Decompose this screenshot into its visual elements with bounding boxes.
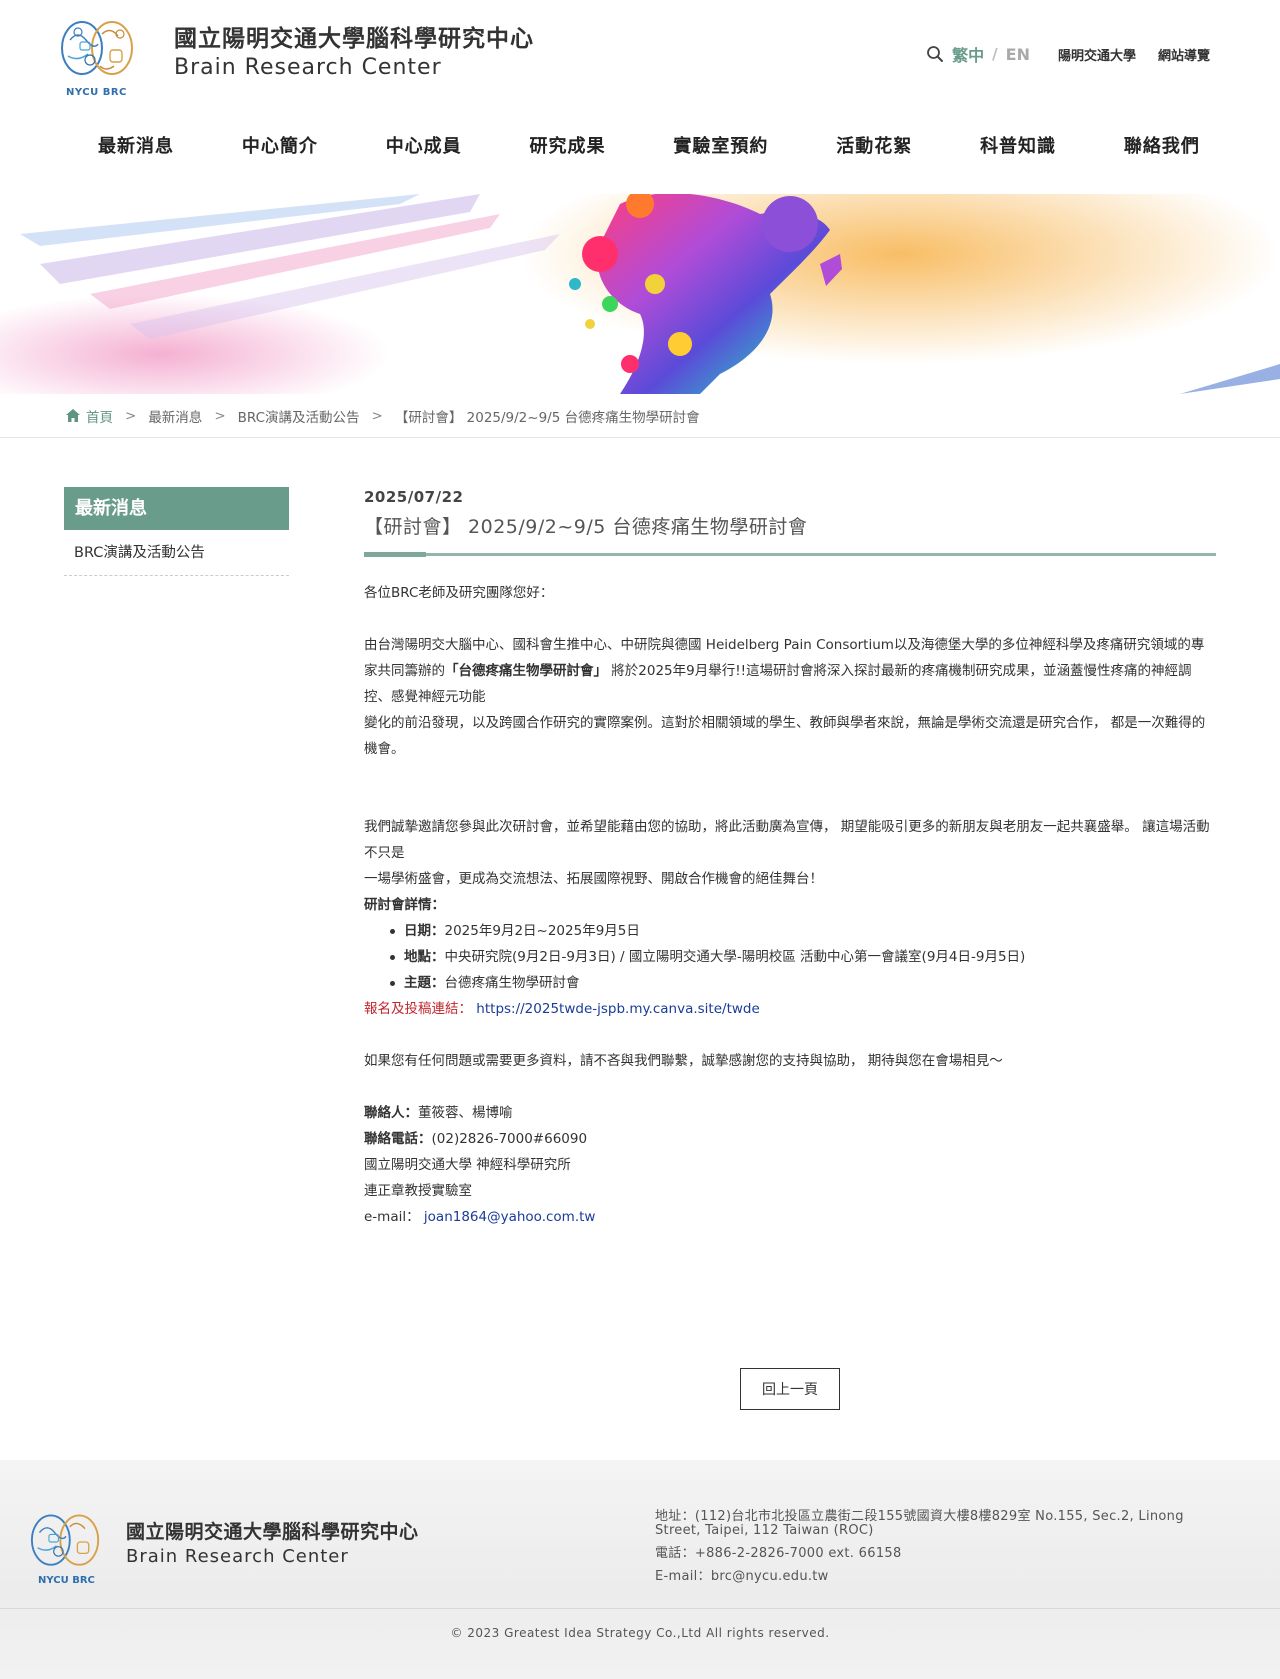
title-divider	[364, 552, 1216, 557]
detail-location: 地點：中央研究院(9月2日-9月3日) / 國立陽明交通大學-陽明校區 活動中心…	[390, 944, 1216, 970]
nav-item-research[interactable]: 研究成果	[530, 132, 606, 158]
article-date: 2025/07/22	[364, 488, 464, 506]
nav-item-science[interactable]: 科普知識	[980, 132, 1056, 158]
register-line: 報名及投稿連結： https://2025twde-jspb.my.canva.…	[364, 996, 1216, 1022]
sidebar-item-brc-events[interactable]: BRC演講及活動公告	[64, 530, 289, 576]
nav-item-news[interactable]: 最新消息	[98, 132, 174, 158]
register-link[interactable]: https://2025twde-jspb.my.canva.site/twde	[476, 1001, 760, 1017]
nav-item-members[interactable]: 中心成員	[386, 132, 462, 158]
email-link[interactable]: joan1864@yahoo.com.tw	[424, 1209, 596, 1225]
logo-label: NYCU BRC	[66, 87, 127, 98]
contact-person: 聯絡人：董筱蓉、楊博喻	[364, 1105, 513, 1121]
breadcrumb-home[interactable]: 首頁	[66, 406, 113, 426]
breadcrumb-separator: >	[214, 407, 226, 424]
brain-logo-icon: NYCU BRC	[60, 10, 136, 98]
home-icon	[66, 409, 80, 422]
invitation-paragraph: 我們誠摯邀請您參與此次研討會，並希望能藉由您的協助，將此活動廣為宣傳， 期望能吸…	[364, 819, 1210, 861]
nav-item-contact[interactable]: 聯絡我們	[1124, 132, 1200, 158]
nav-item-gallery[interactable]: 活動花絮	[836, 132, 912, 158]
contact-dept: 國立陽明交通大學 神經科學研究所	[364, 1157, 571, 1173]
footer-logo: NYCU BRC 國立陽明交通大學腦科學研究中心 Brain Research …	[30, 1506, 419, 1586]
register-label: 報名及投稿連結：	[364, 1001, 472, 1017]
breadcrumb: 首頁 > 最新消息 > BRC演講及活動公告 > 【研討會】 2025/9/2~…	[0, 394, 1280, 438]
university-link[interactable]: 陽明交通大學	[1058, 45, 1136, 64]
footer-brain-logo-icon: NYCU BRC	[30, 1506, 102, 1586]
lang-separator: /	[992, 45, 998, 63]
contact-email: e-mail： joan1864@yahoo.com.tw	[364, 1209, 596, 1225]
detail-topic: 主題：台德疼痛生物學研討會	[390, 970, 1216, 996]
runner-banner-image	[0, 194, 1280, 394]
contact-phone: 聯絡電話：(02)2826-7000#66090	[364, 1131, 588, 1147]
intro-paragraph-cont: 變化的前沿發現，以及跨國合作研究的實際案例。這對於相關領域的學生、教師與學者來說…	[364, 715, 1206, 757]
nav-item-about[interactable]: 中心簡介	[242, 132, 318, 158]
footer-contact-info: 地址：(112)台北市北投區立農街二段155號國資大樓8樓829室 No.155…	[655, 1510, 1215, 1593]
hero-banner	[0, 194, 1280, 394]
footer-divider	[0, 1608, 1280, 1609]
footer-logo-label: NYCU BRC	[38, 1575, 95, 1586]
search-icon[interactable]	[926, 45, 944, 63]
details-heading: 研討會詳情：	[364, 897, 445, 913]
article: 2025/07/22 【研討會】 2025/9/2~9/5 台德疼痛生物學研討會…	[364, 488, 1216, 1230]
details-list: 日期：2025年9月2日~2025年9月5日 地點：中央研究院(9月2日-9月3…	[364, 918, 1216, 996]
breadcrumb-brc-events[interactable]: BRC演講及活動公告	[238, 406, 360, 426]
closing-text: 如果您有任何問題或需要更多資料，請不吝與我們聯繫，誠摯感謝您的支持與協助， 期待…	[364, 1053, 1003, 1069]
contact-lab: 連正章教授實驗室	[364, 1183, 472, 1199]
breadcrumb-home-label: 首頁	[86, 409, 113, 426]
sitemap-link[interactable]: 網站導覽	[1158, 45, 1210, 64]
site-logo[interactable]: NYCU BRC 國立陽明交通大學腦科學研究中心 Brain Research …	[60, 10, 534, 98]
site-title-cn: 國立陽明交通大學腦科學研究中心	[174, 25, 534, 52]
greeting-text: 各位BRC老師及研究團隊您好：	[364, 585, 554, 601]
invitation-paragraph-cont: 一場學術盛會，更成為交流想法、拓展國際視野、開啟合作機會的絕佳舞台！	[364, 871, 823, 887]
detail-date: 日期：2025年9月2日~2025年9月5日	[390, 918, 1216, 944]
article-title: 【研討會】 2025/9/2~9/5 台德疼痛生物學研討會	[364, 516, 808, 538]
lang-zh-link[interactable]: 繁中	[952, 42, 984, 66]
site-title-en: Brain Research Center	[174, 54, 442, 80]
main-nav: 最新消息 中心簡介 中心成員 研究成果 實驗室預約 活動花絮 科普知識 聯絡我們	[60, 132, 1220, 158]
footer-title-en: Brain Research Center	[126, 1546, 349, 1567]
intro-paragraph: 由台灣陽明交大腦中心、國科會生推中心、中研院與德國 Heidelberg Pai…	[364, 637, 1205, 705]
conference-name: 「台德疼痛生物學研討會」	[445, 663, 607, 679]
top-utility-bar: 繁中 / EN 陽明交通大學 網站導覽	[926, 42, 1210, 66]
article-body: 各位BRC老師及研究團隊您好： 由台灣陽明交大腦中心、國科會生推中心、中研院與德…	[364, 580, 1216, 1230]
site-footer: NYCU BRC 國立陽明交通大學腦科學研究中心 Brain Research …	[0, 1460, 1280, 1679]
footer-title-cn: 國立陽明交通大學腦科學研究中心	[126, 1521, 419, 1543]
footer-copyright: © 2023 Greatest Idea Strategy Co.,Ltd Al…	[450, 1626, 830, 1640]
footer-phone: 電話：+886-2-2826-7000 ext. 66158	[655, 1546, 902, 1561]
breadcrumb-news[interactable]: 最新消息	[148, 406, 202, 426]
back-button[interactable]: 回上一頁	[740, 1368, 840, 1410]
site-header: NYCU BRC 國立陽明交通大學腦科學研究中心 Brain Research …	[0, 0, 1280, 112]
sidebar: 最新消息 BRC演講及活動公告	[64, 487, 289, 576]
breadcrumb-separator: >	[125, 407, 137, 424]
lang-en-link[interactable]: EN	[1006, 45, 1030, 64]
breadcrumb-separator: >	[371, 407, 383, 424]
footer-address: 地址：(112)台北市北投區立農街二段155號國資大樓8樓829室 No.155…	[655, 1509, 1184, 1538]
footer-email: E-mail：brc@nycu.edu.tw	[655, 1569, 829, 1584]
sidebar-title: 最新消息	[64, 487, 289, 530]
breadcrumb-current: 【研討會】 2025/9/2~9/5 台德疼痛生物學研討會	[394, 409, 700, 426]
nav-item-lab-booking[interactable]: 實驗室預約	[673, 132, 768, 158]
